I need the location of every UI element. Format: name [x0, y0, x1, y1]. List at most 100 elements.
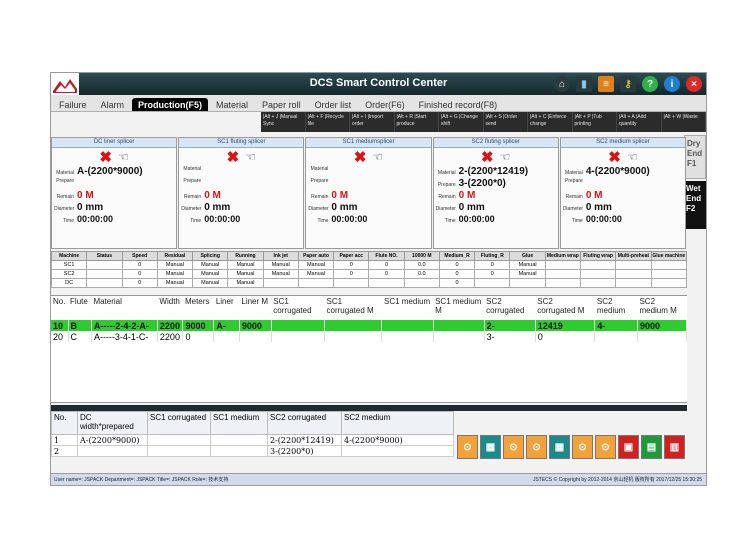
order-cell[interactable]: A-----2-4-2-A- [91, 320, 158, 331]
side-tab-wet-end[interactable]: Wet End F2 [684, 181, 706, 229]
order-cell[interactable] [239, 331, 272, 342]
prepared-cell[interactable] [147, 434, 211, 446]
tab-material[interactable]: Material [210, 98, 255, 111]
prepared-row[interactable]: 1 A-(2200*9000) 2-(2200*12419) 4-(2200*9000… [51, 434, 454, 446]
home-icon[interactable]: ⌂ [554, 76, 570, 92]
hand-pointer-icon[interactable]: ☜ [627, 150, 638, 164]
prepared-row[interactable]: 2 3-(2200*0) [51, 445, 454, 457]
tab-order[interactable]: Order(F6) [359, 98, 411, 111]
prepared-cell[interactable]: 2 [51, 445, 78, 457]
order-cell[interactable]: A-----3-4-1-C- [91, 331, 158, 342]
order-cell[interactable] [213, 331, 240, 342]
order-column-header[interactable]: No. [51, 296, 68, 320]
preheater-icon[interactable]: ▣ [618, 435, 639, 459]
prepared-cell[interactable] [77, 445, 148, 457]
order-cell[interactable]: A- [213, 320, 240, 331]
order-cell[interactable]: B [68, 320, 92, 331]
order-cell[interactable] [271, 320, 326, 331]
hand-pointer-icon[interactable]: ☜ [500, 150, 511, 164]
unwinder-icon[interactable]: ⊙ [457, 435, 478, 459]
prepared-cell[interactable]: 2-(2200*12419) [267, 434, 342, 446]
order-column-header[interactable]: Liner [214, 296, 240, 320]
order-cell[interactable] [637, 331, 688, 342]
order-column-header[interactable]: SC1 corrugated [271, 296, 324, 320]
order-column-header[interactable]: SC2 corrugated M [535, 296, 595, 320]
order-cell[interactable]: 20 [51, 331, 69, 342]
unwinder-icon[interactable]: ⊙ [526, 435, 547, 459]
order-cell[interactable]: C [68, 331, 92, 342]
tab-production[interactable]: Production(F5) [132, 98, 209, 111]
order-cell[interactable]: 4- [594, 320, 638, 331]
order-column-header[interactable]: Width [157, 296, 183, 320]
prepared-cell[interactable]: 3-(2200*0) [267, 445, 342, 457]
order-cell[interactable] [433, 320, 485, 331]
shortcut-order-send[interactable]: |Alt + S |Order send [484, 112, 528, 132]
order-cell[interactable] [381, 320, 434, 331]
help-icon[interactable]: ? [642, 76, 658, 92]
order-column-header[interactable]: SC1 corrugated M [325, 296, 382, 320]
order-cell[interactable] [433, 331, 485, 342]
shortcut-enforce-change[interactable]: |Alt + C |Enforce change [528, 112, 573, 132]
unwinder-icon[interactable]: ⊙ [503, 435, 524, 459]
order-cell[interactable] [594, 331, 638, 342]
close-icon[interactable]: × [686, 76, 702, 92]
info-icon[interactable]: i [664, 76, 680, 92]
bar-chart-icon[interactable]: ▮ [576, 76, 592, 92]
order-column-header[interactable]: Flute [68, 296, 91, 320]
glue-machine-icon[interactable]: ▤ [641, 435, 662, 459]
order-column-header[interactable]: SC2 corrugated [484, 296, 535, 320]
order-column-header[interactable]: Liner M [239, 296, 271, 320]
order-cell[interactable]: 0 [535, 331, 596, 342]
single-facer-icon[interactable]: ▦ [549, 435, 570, 459]
order-cell[interactable]: 9000 [182, 320, 215, 331]
order-cell[interactable]: 3- [484, 331, 536, 342]
double-backer-icon[interactable]: ▥ [664, 435, 685, 459]
order-cell[interactable]: 9000 [637, 320, 688, 331]
order-column-header[interactable]: SC1 medium [382, 296, 433, 320]
order-column-header[interactable]: SC1 medium M [433, 296, 484, 320]
order-cell[interactable]: 2200 [157, 331, 184, 342]
prepared-cell[interactable] [341, 445, 454, 457]
order-cell[interactable]: 2200 [157, 320, 184, 331]
order-row[interactable]: 20 C A-----3-4-1-C- 2200 0 3- 0 [51, 331, 688, 342]
prepared-cell[interactable]: A-(2200*9000) [77, 434, 148, 446]
order-column-header[interactable]: Material [91, 296, 157, 320]
shortcut-start-produce[interactable]: |Alt + R |Start produce [395, 112, 439, 132]
order-cell[interactable]: 9000 [239, 320, 272, 331]
shortcut-tub-printing[interactable]: |Alt + P |Tub printing [573, 112, 617, 132]
single-facer-icon[interactable]: ▦ [480, 435, 501, 459]
order-column-header[interactable]: Meters [183, 296, 214, 320]
order-cell[interactable] [271, 331, 326, 342]
prepared-cell[interactable]: 4-(2200*9000) [341, 434, 454, 446]
shortcut-manual-sync[interactable]: |Alt + J |Manual Sync [261, 112, 306, 132]
hand-pointer-icon[interactable]: ☜ [372, 150, 383, 164]
list-icon[interactable]: ≡ [598, 76, 614, 92]
hand-pointer-icon[interactable]: ☜ [118, 150, 129, 164]
order-cell[interactable]: 12419 [535, 320, 596, 331]
prepared-cell[interactable] [210, 445, 268, 457]
key-icon[interactable]: ⚷ [620, 76, 636, 92]
order-cell[interactable]: 0 [182, 331, 215, 342]
shortcut-change-shift[interactable]: |Alt + G |Change shift [439, 112, 484, 132]
shortcut-waste[interactable]: |Alt + W |Waste [662, 112, 706, 132]
order-cell[interactable] [381, 331, 434, 342]
unwinder-icon[interactable]: ⊙ [595, 435, 616, 459]
tab-alarm[interactable]: Alarm [94, 98, 131, 111]
unwinder-icon[interactable]: ⊙ [572, 435, 593, 459]
tab-finished-record[interactable]: Finished record(F8) [412, 98, 504, 111]
order-cell[interactable]: 10 [51, 320, 69, 331]
order-cell[interactable]: 2- [484, 320, 536, 331]
prepared-cell[interactable] [210, 434, 268, 446]
prepared-cell[interactable]: 1 [51, 434, 78, 446]
shortcut-import-order[interactable]: |Alt + I |Import order [350, 112, 395, 132]
shortcut-add-quantity[interactable]: |Alt + A |Add quantity [617, 112, 662, 132]
tab-paper-roll[interactable]: Paper roll [256, 98, 307, 111]
hand-pointer-icon[interactable]: ☜ [245, 150, 256, 164]
shortcut-recycle-file[interactable]: |Alt + F |Recycle file [306, 112, 350, 132]
order-column-header[interactable]: SC2 medium M [637, 296, 686, 320]
order-column-header[interactable]: SC2 medium [595, 296, 638, 320]
tab-failure[interactable]: Failure [53, 98, 93, 111]
order-cell[interactable] [324, 320, 383, 331]
order-row[interactable]: 10 B A-----2-4-2-A- 2200 9000 A- 9000 2- 12419 4-… [51, 320, 688, 331]
side-tab-dry-end[interactable]: Dry End F1 [684, 135, 706, 179]
